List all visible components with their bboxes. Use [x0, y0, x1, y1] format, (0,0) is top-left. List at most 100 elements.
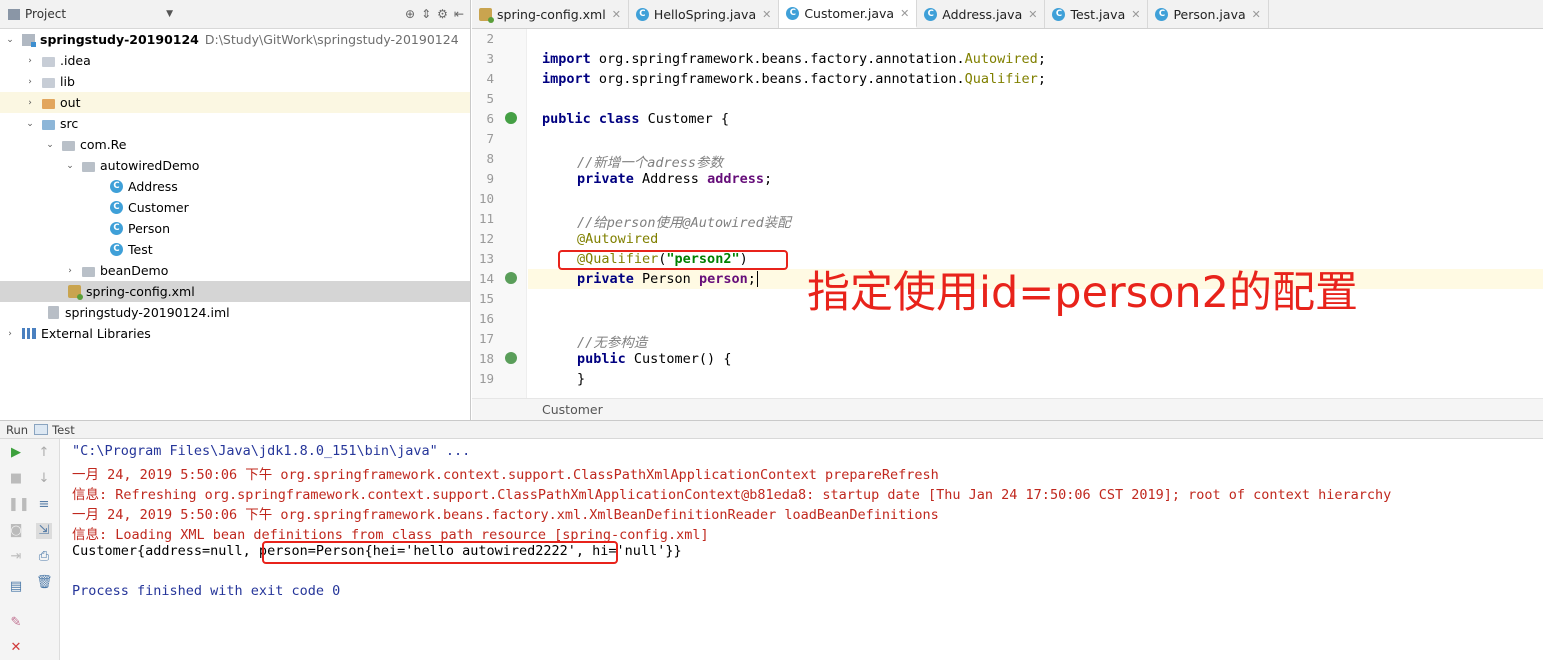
line-number: 10: [478, 191, 494, 206]
run-toolbar: ▶ ↑ ■ ↓ ❚❚ ≡ ◙ ⇲ ⇥ ⎙ ▤ 🗑 ✎ ✕: [0, 439, 60, 660]
code-line-9[interactable]: private Address address;: [577, 171, 772, 187]
breadcrumb[interactable]: Customer: [472, 398, 1543, 420]
rerun-icon[interactable]: ▶: [8, 445, 24, 461]
runnable-class-icon: C: [110, 243, 123, 256]
code-line-6[interactable]: public class Customer {: [542, 111, 729, 127]
run-label[interactable]: Run: [6, 423, 28, 437]
chevron-right-icon[interactable]: ›: [24, 56, 36, 66]
tree-item-com-re[interactable]: ⌄ com.Re: [0, 134, 470, 155]
xml-file-icon: [68, 285, 83, 300]
folder-icon: [42, 56, 55, 67]
tab-spring-config[interactable]: spring-config.xml ✕: [472, 0, 629, 28]
code-line-3[interactable]: import org.springframework.beans.factory…: [542, 51, 1046, 67]
code-line-12[interactable]: @Autowired: [577, 231, 658, 247]
xml-file-icon: [479, 7, 494, 23]
chevron-right-icon[interactable]: ›: [64, 266, 76, 276]
constructor-bean-icon[interactable]: [505, 352, 517, 364]
tree-item-src[interactable]: ⌄ src: [0, 113, 470, 134]
tree-item-label: Address: [128, 179, 178, 194]
chevron-down-icon[interactable]: ⌄: [64, 161, 76, 171]
class-icon: C: [924, 7, 938, 21]
up-arrow-icon[interactable]: ↑: [36, 445, 52, 461]
tree-item-spring-config[interactable]: spring-config.xml: [0, 281, 470, 302]
tab-hellospring[interactable]: C HelloSpring.java ✕: [629, 0, 780, 28]
close-icon[interactable]: ✕: [1131, 8, 1140, 21]
tree-item-label: autowiredDemo: [100, 158, 200, 173]
folder-icon: [42, 77, 55, 88]
run-config-icon: [34, 424, 49, 435]
code-line-17[interactable]: //无参构造: [577, 331, 647, 351]
line-number: 15: [478, 291, 494, 306]
exit-icon[interactable]: ⇥: [8, 549, 24, 565]
print-icon[interactable]: ⎙: [36, 549, 52, 565]
tab-customer[interactable]: C Customer.java ✕: [779, 0, 918, 28]
chevron-right-icon[interactable]: ›: [4, 329, 16, 339]
close-icon[interactable]: ✕: [900, 7, 909, 20]
chevron-right-icon[interactable]: ›: [24, 98, 36, 108]
tree-item-address[interactable]: C Address: [0, 176, 470, 197]
run-gutter-icon[interactable]: [505, 112, 517, 124]
close-icon[interactable]: ✕: [762, 8, 771, 21]
tab-address[interactable]: C Address.java ✕: [917, 0, 1046, 28]
chevron-right-icon[interactable]: ›: [24, 77, 36, 87]
down-arrow-icon[interactable]: ↓: [36, 471, 52, 487]
stop-icon[interactable]: ■: [8, 471, 24, 487]
chevron-down-icon[interactable]: ⌄: [24, 119, 36, 129]
package-icon: [82, 161, 95, 172]
pause-icon[interactable]: ❚❚: [8, 497, 30, 513]
line-number: 2: [486, 31, 494, 46]
tree-item-label: com.Re: [80, 137, 127, 152]
scope-icon[interactable]: ⊕: [405, 7, 415, 21]
bean-navigation-icon[interactable]: [505, 272, 517, 284]
tree-item-test[interactable]: C Test: [0, 239, 470, 260]
tree-item-autowireddemo[interactable]: ⌄ autowiredDemo: [0, 155, 470, 176]
tree-item-person[interactable]: C Person: [0, 218, 470, 239]
tree-item-idea[interactable]: › .idea: [0, 50, 470, 71]
code-editor[interactable]: 2 3 4 5 6 7 8 9 10 11 12 13 14 15 16 17 18 19 import org.…: [472, 29, 1543, 398]
project-title[interactable]: Project: [25, 7, 66, 21]
class-icon: C: [110, 180, 123, 193]
console-line: Process finished with exit code 0: [72, 583, 341, 599]
tree-item-lib[interactable]: › lib: [0, 71, 470, 92]
tree-item-root[interactable]: ⌄ springstudy-20190124 D:\Study\GitWork\…: [0, 29, 470, 50]
project-icon: [8, 8, 20, 20]
code-line-11[interactable]: //给person使用@Autowired装配: [577, 211, 791, 231]
chevron-down-icon[interactable]: ▼: [166, 9, 173, 19]
code-line-8[interactable]: //新增一个adress参数: [577, 151, 723, 171]
line-number: 4: [486, 71, 494, 86]
chevron-down-icon[interactable]: ⌄: [44, 140, 56, 150]
pin-icon[interactable]: ✎: [8, 615, 24, 631]
console-line: 一月 24, 2019 5:50:06 下午 org.springframewo…: [72, 507, 939, 523]
tree-item-out[interactable]: › out: [0, 92, 470, 113]
close-icon[interactable]: ✕: [1252, 8, 1261, 21]
tree-item-iml[interactable]: springstudy-20190124.iml: [0, 302, 470, 323]
code-line-4[interactable]: import org.springframework.beans.factory…: [542, 71, 1046, 87]
gear-icon[interactable]: ⚙: [437, 7, 448, 21]
tree-item-external-libraries[interactable]: › External Libraries: [0, 323, 470, 344]
tree-item-customer[interactable]: C Customer: [0, 197, 470, 218]
class-icon: C: [110, 201, 123, 214]
run-config-label[interactable]: Test: [52, 423, 75, 437]
tree-item-beandemo[interactable]: › beanDemo: [0, 260, 470, 281]
code-line-14[interactable]: private Person person;: [577, 271, 758, 287]
collapse-icon[interactable]: ⇕: [421, 7, 431, 21]
runnable-class-icon: C: [1052, 7, 1066, 21]
line-number: 6: [486, 111, 494, 126]
close-icon[interactable]: ✕: [1028, 8, 1037, 21]
layout-icon[interactable]: ▤: [8, 579, 24, 595]
code-line-18[interactable]: public Customer() {: [577, 351, 731, 367]
chevron-down-icon[interactable]: ⌄: [4, 35, 16, 45]
tab-test[interactable]: C Test.java ✕: [1045, 0, 1149, 28]
hide-icon[interactable]: ⇤: [454, 7, 464, 21]
code-line-19[interactable]: }: [577, 371, 585, 387]
close-icon[interactable]: ✕: [8, 640, 24, 656]
trash-icon[interactable]: 🗑: [36, 575, 53, 591]
scroll-to-end-icon[interactable]: ⇲: [36, 523, 52, 539]
close-icon[interactable]: ✕: [612, 8, 621, 21]
tree-item-label: Customer: [128, 200, 189, 215]
class-icon: C: [635, 7, 649, 21]
output-highlight-box: [262, 541, 618, 564]
soft-wrap-icon[interactable]: ≡: [36, 497, 52, 513]
camera-icon[interactable]: ◙: [8, 523, 24, 539]
tab-person[interactable]: C Person.java ✕: [1148, 0, 1269, 28]
